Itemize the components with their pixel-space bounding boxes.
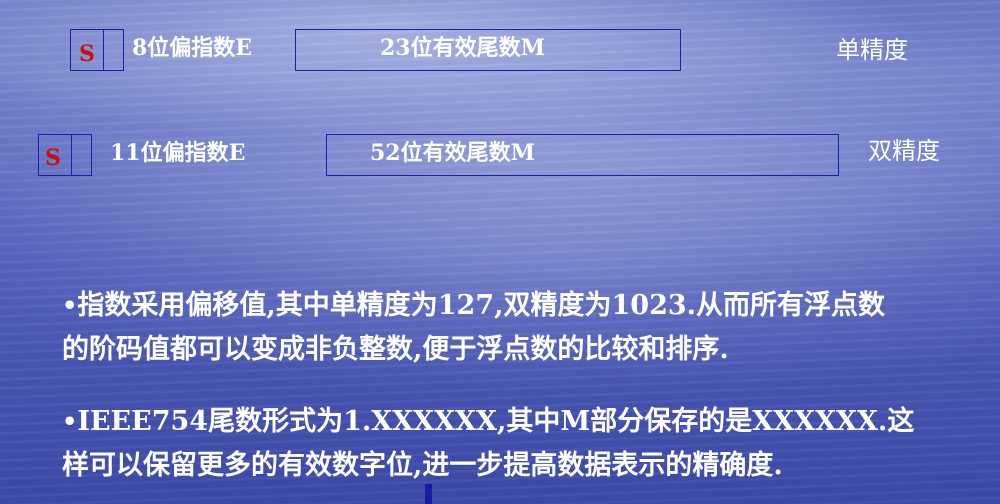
single-sign-divider-box	[103, 29, 124, 71]
bullet-dot-icon: •	[62, 407, 78, 436]
bullet-text: IEEE754尾数形式为1.XXXXXX,其中M部分保存的是XXXXXX.这	[77, 406, 915, 437]
bullet-line: •指数采用偏移值,其中单精度为127,双精度为1023.从而所有浮点数	[62, 284, 992, 328]
bullet-line-continued: 样可以保留更多的有效数字位,进一步提高数据表示的精确度.	[62, 450, 783, 481]
bottom-divider-mark	[425, 484, 432, 504]
single-sign-label: S	[79, 41, 95, 67]
bullet-dot-icon: •	[62, 291, 78, 320]
single-mantissa-label: 23位有效尾数M	[380, 35, 545, 61]
bullet-line: •IEEE754尾数形式为1.XXXXXX,其中M部分保存的是XXXXXX.这	[62, 400, 992, 444]
bullet-text: 指数采用偏移值,其中单精度为127,双精度为1023.从而所有浮点数	[77, 290, 886, 321]
bullet-line-continued: 的阶码值都可以变成非负整数,便于浮点数的比较和排序.	[62, 334, 729, 365]
double-sign-label: S	[45, 145, 61, 171]
double-exponent-label: 11位偏指数E	[110, 140, 246, 166]
double-precision-label: 双精度	[868, 137, 940, 165]
single-exponent-label: 8位偏指数E	[132, 35, 253, 61]
double-mantissa-label: 52位有效尾数M	[370, 140, 535, 166]
double-sign-divider-box	[71, 134, 92, 176]
bullet-paragraph-mantissa-form: •IEEE754尾数形式为1.XXXXXX,其中M部分保存的是XXXXXX.这 …	[62, 400, 992, 488]
single-precision-label: 单精度	[836, 36, 908, 64]
bullet-paragraph-exponent-bias: •指数采用偏移值,其中单精度为127,双精度为1023.从而所有浮点数 的阶码值…	[62, 284, 992, 372]
